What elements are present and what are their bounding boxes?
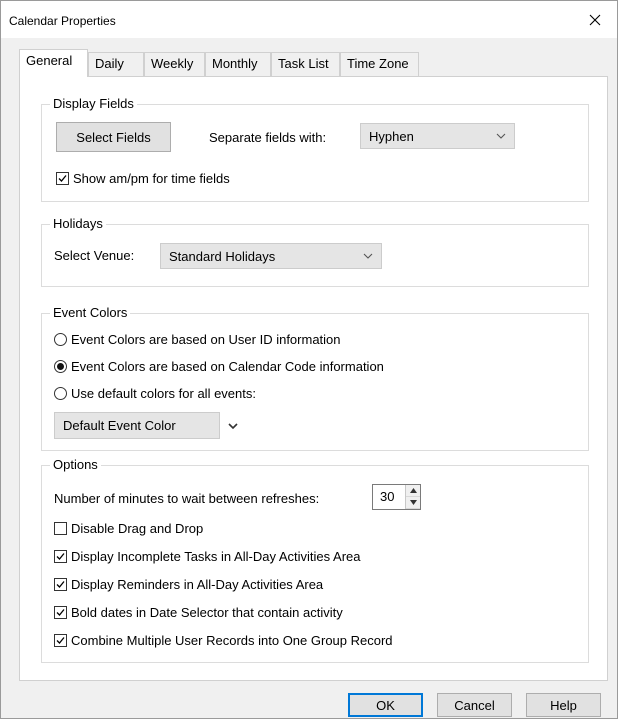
close-button[interactable] [573,1,617,38]
refresh-minutes-spinner[interactable]: 30 [372,484,421,510]
tab-general[interactable]: General [19,49,88,77]
separator-dropdown[interactable]: Hyphen [360,123,515,149]
tab-task-list[interactable]: Task List [271,52,340,76]
tab-time-zone[interactable]: Time Zone [340,52,419,76]
refresh-minutes-label: Number of minutes to wait between refres… [54,491,320,506]
general-tab-panel: Display Fields Select Fields Separate fi… [19,76,608,681]
checkbox-unchecked-icon [54,522,67,535]
refresh-minutes-value[interactable]: 30 [373,485,405,509]
default-event-color-value: Default Event Color [63,418,176,433]
default-event-color-dropdown-button[interactable] [224,414,242,437]
help-button[interactable]: Help [526,693,601,717]
radio-default-colors[interactable]: Use default colors for all events: [54,386,256,401]
window-title: Calendar Properties [9,14,116,28]
tab-monthly[interactable]: Monthly [205,52,271,76]
default-event-color-field[interactable]: Default Event Color [54,412,220,439]
checkbox-checked-icon [54,550,67,563]
chevron-down-icon [496,133,506,139]
venue-value: Standard Holidays [169,248,276,264]
disable-drag-drop-checkbox[interactable]: Disable Drag and Drop [54,521,203,536]
bold-dates-checkbox[interactable]: Bold dates in Date Selector that contain… [54,605,343,620]
select-fields-button[interactable]: Select Fields [56,122,171,152]
radio-selected-icon [54,360,67,373]
options-legend: Options [50,457,101,472]
select-venue-label: Select Venue: [54,248,135,263]
reminders-checkbox[interactable]: Display Reminders in All-Day Activities … [54,577,323,592]
radio-user-id[interactable]: Event Colors are based on User ID inform… [54,332,341,347]
show-ampm-label: Show am/pm for time fields [73,171,230,186]
show-ampm-checkbox[interactable]: Show am/pm for time fields [56,171,230,186]
tab-weekly[interactable]: Weekly [144,52,205,76]
ok-button[interactable]: OK [348,693,423,717]
display-fields-group: Display Fields Select Fields Separate fi… [41,96,589,202]
radio-unselected-icon [54,333,67,346]
title-bar: Calendar Properties [1,1,617,38]
separator-value: Hyphen [369,128,414,144]
calendar-properties-dialog: Calendar Properties General Daily Weekly… [0,0,618,719]
holidays-group: Holidays Select Venue: Standard Holidays [41,216,589,287]
separate-fields-label: Separate fields with: [209,130,327,145]
event-colors-group: Event Colors Event Colors are based on U… [41,305,589,451]
checkbox-checked-icon [54,634,67,647]
checkbox-checked-icon [56,172,69,185]
checkbox-checked-icon [54,606,67,619]
incomplete-tasks-checkbox[interactable]: Display Incomplete Tasks in All-Day Acti… [54,549,361,564]
venue-dropdown[interactable]: Standard Holidays [160,243,382,269]
radio-calendar-code[interactable]: Event Colors are based on Calendar Code … [54,359,384,374]
spin-up-icon[interactable] [406,485,420,497]
options-group: Options Number of minutes to wait betwee… [41,457,589,663]
cancel-button[interactable]: Cancel [437,693,512,717]
checkbox-checked-icon [54,578,67,591]
radio-unselected-icon [54,387,67,400]
holidays-legend: Holidays [50,216,106,231]
close-icon [589,14,601,25]
spin-down-icon[interactable] [406,497,420,509]
event-colors-legend: Event Colors [50,305,131,320]
chevron-down-icon [363,253,373,259]
chevron-down-icon [228,422,238,429]
display-fields-legend: Display Fields [50,96,137,111]
tab-daily[interactable]: Daily [88,52,144,76]
combine-user-records-checkbox[interactable]: Combine Multiple User Records into One G… [54,633,393,648]
